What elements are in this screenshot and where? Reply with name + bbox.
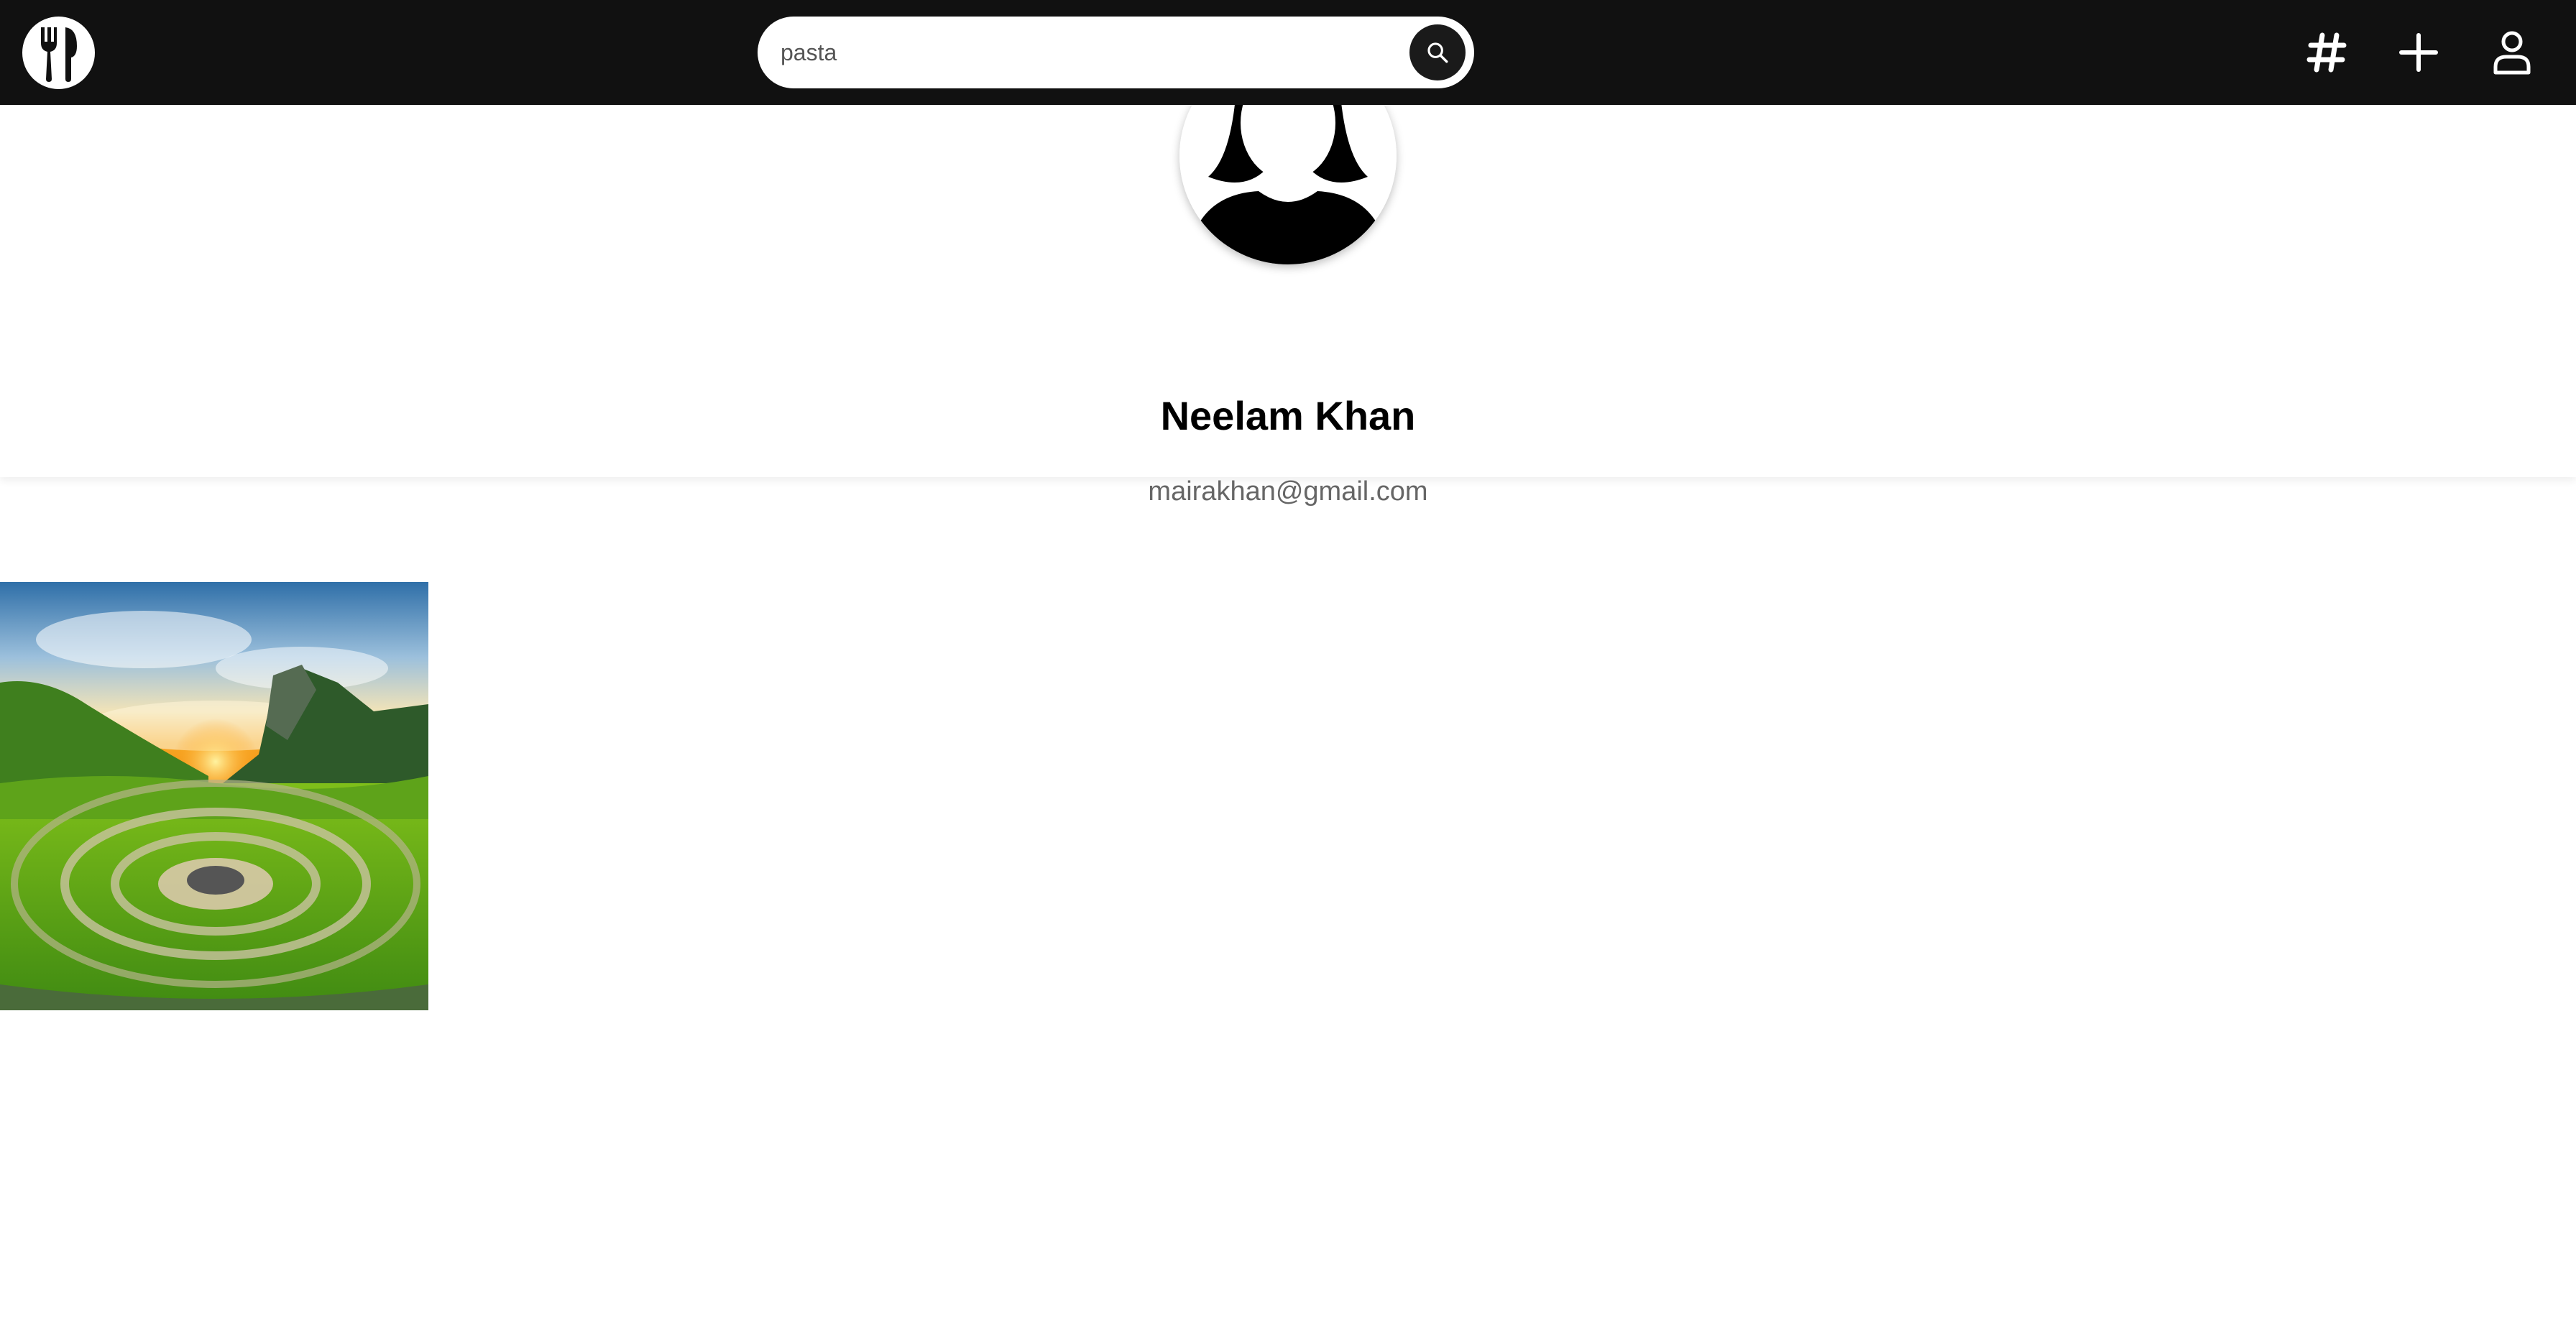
profile-email: mairakhan@gmail.com	[1148, 476, 1428, 507]
plus-icon	[2399, 33, 2438, 72]
post-thumbnail[interactable]	[0, 582, 428, 1010]
logo[interactable]	[22, 17, 95, 89]
add-post-button[interactable]	[2390, 24, 2447, 81]
top-navbar	[0, 0, 2576, 105]
landscape-image	[0, 582, 428, 1010]
tags-button[interactable]	[2298, 24, 2355, 81]
search-bar	[758, 17, 1474, 88]
profile-button[interactable]	[2483, 24, 2541, 81]
search-icon	[1427, 42, 1448, 63]
profile-card: Neelam Khan mairakhan@gmail.com	[0, 47, 2576, 507]
fork-spoon-icon	[40, 27, 77, 82]
profile-name: Neelam Khan	[1160, 393, 1416, 438]
user-icon	[2493, 31, 2531, 75]
search-input[interactable]	[781, 17, 1384, 88]
search-button[interactable]	[1409, 24, 1466, 80]
hashtag-icon	[2306, 32, 2347, 73]
